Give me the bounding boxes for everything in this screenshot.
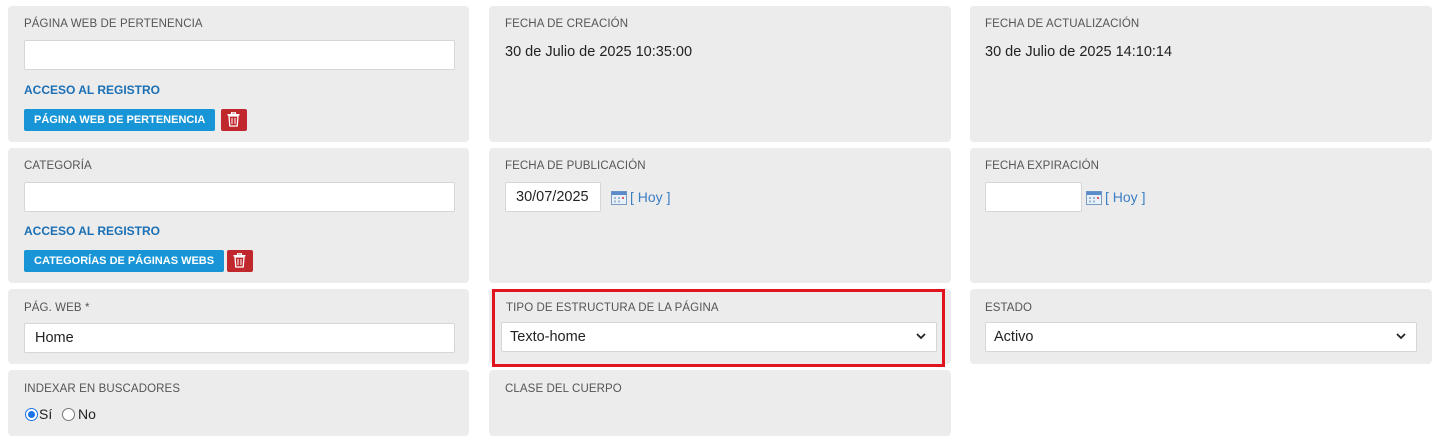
fecha-expiracion-input[interactable]	[985, 182, 1082, 212]
fecha-publicacion-calendar-button[interactable]	[611, 191, 627, 210]
card-fecha-publicacion: FECHA DE PUBLICACIÓN 30/07/2025 [ Hoy ]	[489, 148, 951, 283]
fecha-publicacion-input[interactable]: 30/07/2025	[505, 182, 601, 212]
fecha-expiracion-calendar-button[interactable]	[1086, 191, 1102, 210]
estado-selected: Activo	[994, 329, 1034, 345]
card-indexar: INDEXAR EN BUSCADORES Sí No	[8, 370, 469, 436]
estado-label: ESTADO	[985, 302, 1033, 314]
categoria-input[interactable]	[24, 182, 455, 212]
pagina-web-delete-button[interactable]	[221, 109, 247, 131]
fecha-publicacion-label: FECHA DE PUBLICACIÓN	[505, 160, 646, 172]
fecha-actualizacion-value: 30 de Julio de 2025 14:10:14	[985, 44, 1173, 60]
categoria-access-link[interactable]: ACCESO AL REGISTRO	[24, 224, 160, 238]
categoria-select-button[interactable]: CATEGORÍAS DE PÁGINAS WEBS	[24, 250, 225, 272]
pagina-web-input[interactable]	[24, 40, 455, 70]
categoria-delete-button[interactable]	[227, 250, 253, 272]
tipo-estructura-highlight	[492, 289, 945, 367]
trash-icon	[227, 112, 240, 127]
indexar-radio-si-label: Sí	[39, 406, 53, 422]
fecha-actualizacion-label: FECHA DE ACTUALIZACIÓN	[985, 18, 1140, 30]
card-categoria: CATEGORÍA ACCESO AL REGISTRO CATEGORÍAS …	[8, 148, 469, 283]
card-fecha-creacion: FECHA DE CREACIÓN 30 de Julio de 2025 10…	[489, 6, 951, 142]
trash-icon	[233, 253, 246, 268]
calendar-icon	[1086, 191, 1102, 205]
card-clase-cuerpo: CLASE DEL CUERPO	[489, 370, 951, 436]
categoria-label: CATEGORÍA	[24, 160, 92, 172]
fecha-expiracion-today-link[interactable]: [ Hoy ]	[1105, 189, 1145, 205]
fecha-publicacion-today-link[interactable]: [ Hoy ]	[630, 189, 670, 205]
card-estado: ESTADO Activo	[970, 289, 1432, 364]
clase-cuerpo-label: CLASE DEL CUERPO	[505, 383, 622, 395]
calendar-icon	[611, 191, 627, 205]
fecha-expiracion-label: FECHA EXPIRACIÓN	[985, 160, 1100, 172]
pag-web-input[interactable]: Home	[24, 323, 455, 353]
indexar-radio-no[interactable]	[62, 408, 75, 421]
indexar-radio-no-label: No	[78, 406, 96, 422]
indexar-radio-si[interactable]	[25, 408, 38, 421]
card-pag-web: PÁG. WEB * Home	[8, 289, 469, 364]
card-pagina-web: PÁGINA WEB DE PERTENENCIA ACCESO AL REGI…	[8, 6, 469, 142]
card-fecha-actualizacion: FECHA DE ACTUALIZACIÓN 30 de Julio de 20…	[970, 6, 1432, 142]
pagina-web-access-link[interactable]: ACCESO AL REGISTRO	[24, 83, 160, 97]
pagina-web-select-button[interactable]: PÁGINA WEB DE PERTENENCIA	[24, 109, 216, 131]
fecha-creacion-label: FECHA DE CREACIÓN	[505, 18, 629, 30]
indexar-label: INDEXAR EN BUSCADORES	[24, 383, 181, 395]
estado-select[interactable]: Activo	[985, 322, 1417, 352]
pagina-web-label: PÁGINA WEB DE PERTENENCIA	[24, 18, 203, 30]
chevron-down-icon	[1396, 333, 1406, 340]
card-fecha-expiracion: FECHA EXPIRACIÓN [ Hoy ]	[970, 148, 1432, 283]
pag-web-label: PÁG. WEB *	[24, 302, 90, 314]
fecha-creacion-value: 30 de Julio de 2025 10:35:00	[505, 44, 693, 60]
